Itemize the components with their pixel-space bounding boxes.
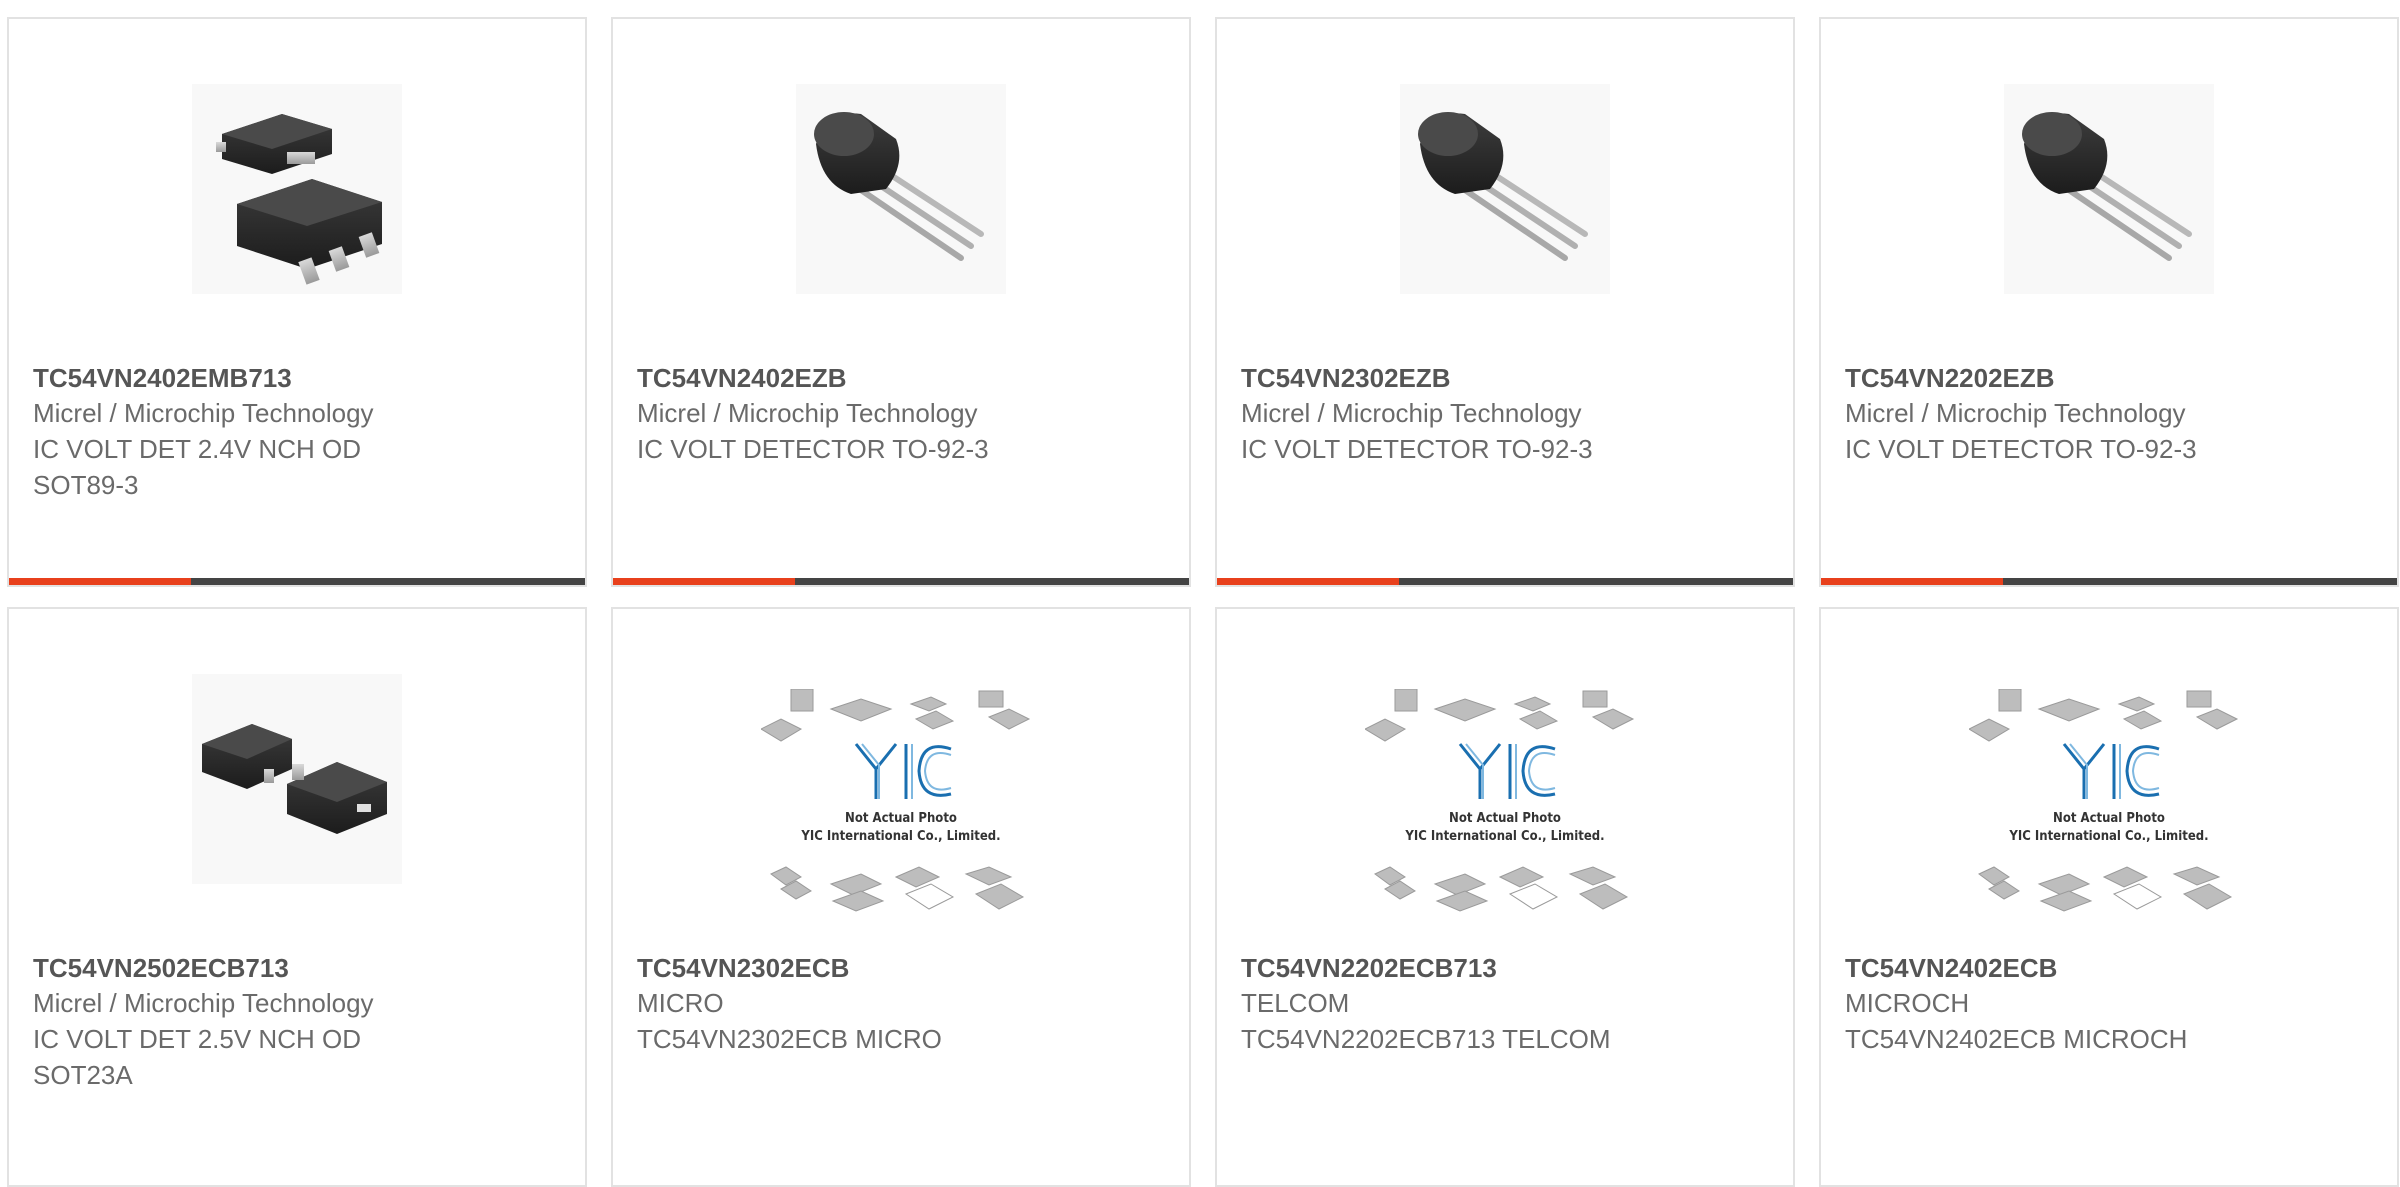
product-card[interactable]: Not Actual Photo YIC International Co., …: [611, 607, 1191, 1187]
part-number-link[interactable]: TC54VN2302ECB: [637, 951, 1165, 985]
card-footer-bar: [9, 578, 585, 585]
sot23-package-icon: [192, 674, 402, 884]
placeholder-line1: Not Actual Photo: [2053, 811, 2165, 826]
manufacturer-label: Micrel / Microchip Technology: [1845, 398, 2186, 428]
product-card[interactable]: TC54VN2502ECB713 Micrel / Microchip Tech…: [7, 607, 587, 1187]
card-accent-bar: [613, 578, 795, 585]
product-info: TC54VN2202ECB713 TELCOM TC54VN2202ECB713…: [1241, 951, 1769, 1057]
placeholder-line2: YIC International Co., Limited.: [800, 829, 1000, 844]
to92-package-icon: [796, 84, 1006, 294]
card-accent-bar: [1821, 578, 2003, 585]
manufacturer-label: MICROCH: [1845, 988, 1970, 1018]
manufacturer-label: TELCOM: [1241, 988, 1350, 1018]
placeholder-photo-icon: Not Actual Photo YIC International Co., …: [1969, 689, 2249, 929]
card-footer-bar: [1217, 578, 1793, 585]
product-grid: TC54VN2402EMB713 Micrel / Microchip Tech…: [7, 17, 2400, 1187]
manufacturer-label: Micrel / Microchip Technology: [33, 988, 374, 1018]
manufacturer-label: Micrel / Microchip Technology: [33, 398, 374, 428]
description-text: TC54VN2202ECB713 TELCOM: [1241, 1024, 1611, 1054]
part-number-link[interactable]: TC54VN2302EZB: [1241, 361, 1769, 395]
placeholder-line2: YIC International Co., Limited.: [2008, 829, 2208, 844]
product-card[interactable]: TC54VN2202EZB Micrel / Microchip Technol…: [1819, 17, 2399, 587]
card-accent-bar: [1217, 578, 1399, 585]
part-number-link[interactable]: TC54VN2202EZB: [1845, 361, 2373, 395]
placeholder-line1: Not Actual Photo: [845, 811, 957, 826]
card-footer-bar: [1821, 578, 2397, 585]
manufacturer-label: MICRO: [637, 988, 724, 1018]
description-text: IC VOLT DETECTOR TO-92-3: [1845, 434, 2197, 464]
product-info: TC54VN2202EZB Micrel / Microchip Technol…: [1845, 361, 2373, 467]
manufacturer-label: Micrel / Microchip Technology: [1241, 398, 1582, 428]
placeholder-photo-icon: Not Actual Photo YIC International Co., …: [761, 689, 1041, 929]
product-info: TC54VN2302EZB Micrel / Microchip Technol…: [1241, 361, 1769, 467]
description-text: IC VOLT DETECTOR TO-92-3: [1241, 434, 1593, 464]
sot89-package-icon: [192, 84, 402, 294]
part-number-link[interactable]: TC54VN2202ECB713: [1241, 951, 1769, 985]
product-info: TC54VN2502ECB713 Micrel / Microchip Tech…: [33, 951, 561, 1093]
description-text: IC VOLT DET 2.5V NCH OD SOT23A: [33, 1024, 361, 1090]
part-number-link[interactable]: TC54VN2402EMB713: [33, 361, 561, 395]
card-footer-bar: [613, 578, 1189, 585]
placeholder-line2: YIC International Co., Limited.: [1404, 829, 1604, 844]
part-number-link[interactable]: TC54VN2502ECB713: [33, 951, 561, 985]
to92-package-icon: [1400, 84, 1610, 294]
product-info: TC54VN2402ECB MICROCH TC54VN2402ECB MICR…: [1845, 951, 2373, 1057]
part-number-link[interactable]: TC54VN2402EZB: [637, 361, 1165, 395]
product-card[interactable]: TC54VN2302EZB Micrel / Microchip Technol…: [1215, 17, 1795, 587]
product-info: TC54VN2402EMB713 Micrel / Microchip Tech…: [33, 361, 561, 503]
product-card[interactable]: TC54VN2402EMB713 Micrel / Microchip Tech…: [7, 17, 587, 587]
description-text: TC54VN2402ECB MICROCH: [1845, 1024, 2188, 1054]
card-accent-bar: [9, 578, 191, 585]
product-card[interactable]: Not Actual Photo YIC International Co., …: [1215, 607, 1795, 1187]
product-info: TC54VN2402EZB Micrel / Microchip Technol…: [637, 361, 1165, 467]
product-info: TC54VN2302ECB MICRO TC54VN2302ECB MICRO: [637, 951, 1165, 1057]
description-text: TC54VN2302ECB MICRO: [637, 1024, 942, 1054]
product-card[interactable]: TC54VN2402EZB Micrel / Microchip Technol…: [611, 17, 1191, 587]
manufacturer-label: Micrel / Microchip Technology: [637, 398, 978, 428]
description-text: IC VOLT DETECTOR TO-92-3: [637, 434, 989, 464]
part-number-link[interactable]: TC54VN2402ECB: [1845, 951, 2373, 985]
description-text: IC VOLT DET 2.4V NCH OD SOT89-3: [33, 434, 361, 500]
placeholder-photo-icon: Not Actual Photo YIC International Co., …: [1365, 689, 1645, 929]
product-card[interactable]: Not Actual Photo YIC International Co., …: [1819, 607, 2399, 1187]
placeholder-line1: Not Actual Photo: [1449, 811, 1561, 826]
to92-package-icon: [2004, 84, 2214, 294]
